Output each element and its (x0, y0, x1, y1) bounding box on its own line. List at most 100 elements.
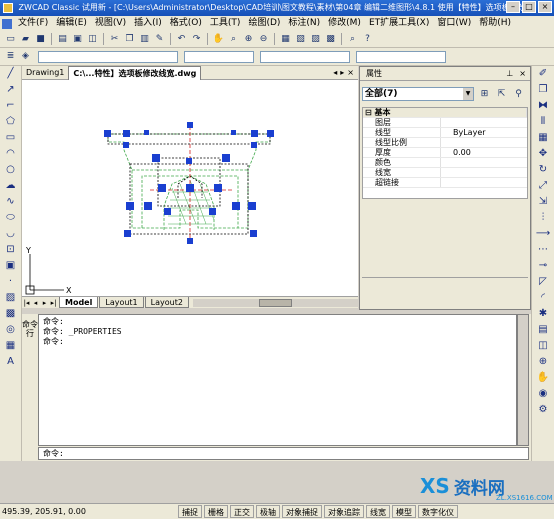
property-row[interactable]: 颜色 (363, 158, 527, 168)
snap-toggle[interactable]: 捕捉 (178, 505, 202, 518)
scale-icon[interactable]: ⤢ (535, 178, 551, 194)
copy-icon[interactable]: ❐ (123, 33, 136, 46)
pan-side-icon[interactable]: ✋ (535, 370, 551, 386)
calculator-icon[interactable]: ▩ (324, 33, 337, 46)
osnap-toggle[interactable]: 对象捕捉 (282, 505, 322, 518)
region-icon[interactable]: ◎ (3, 322, 19, 338)
properties-side-icon[interactable]: ▤ (535, 322, 551, 338)
property-value[interactable]: 0.00 (441, 148, 527, 157)
property-value[interactable] (441, 118, 527, 127)
ellipse-arc-icon[interactable]: ◡ (3, 226, 19, 242)
otrack-toggle[interactable]: 对象追踪 (324, 505, 364, 518)
open-icon[interactable]: ▰ (19, 33, 32, 46)
rectangle-icon[interactable]: ▭ (3, 130, 19, 146)
menu-format[interactable]: 格式(O) (166, 16, 206, 31)
move-icon[interactable]: ✥ (535, 146, 551, 162)
ellipse-icon[interactable]: ⬭ (3, 210, 19, 226)
prev-tab-icon[interactable]: ◂ (31, 298, 40, 308)
rotate-icon[interactable]: ↻ (535, 162, 551, 178)
property-value[interactable] (441, 158, 527, 167)
color-combo[interactable] (184, 50, 254, 63)
property-value[interactable] (441, 138, 527, 147)
view-side-icon[interactable]: ◉ (535, 386, 551, 402)
first-tab-icon[interactable]: |◂ (22, 298, 31, 308)
lineweight-combo[interactable] (356, 50, 446, 63)
hatch-icon[interactable]: ▨ (3, 290, 19, 306)
preview-icon[interactable]: ▣ (71, 33, 84, 46)
property-value[interactable] (441, 178, 527, 187)
properties-icon[interactable]: ▦ (279, 33, 292, 46)
menu-window[interactable]: 窗口(W) (433, 16, 475, 31)
circle-icon[interactable]: ○ (3, 162, 19, 178)
cut-icon[interactable]: ✂ (108, 33, 121, 46)
layer-state-icon[interactable]: ◈ (19, 50, 32, 63)
tab-active-drawing[interactable]: C:\...特性】选项板修改线宽.dwg (68, 65, 202, 80)
spline-icon[interactable]: ∿ (3, 194, 19, 210)
category-basic[interactable]: ⊟ 基本 (363, 108, 527, 118)
horizontal-scrollbar[interactable] (192, 298, 358, 307)
toggle-pickadd-icon[interactable]: ⊞ (478, 88, 491, 101)
scroll-thumb[interactable] (258, 298, 292, 307)
search-icon[interactable]: ⌕ (346, 33, 359, 46)
property-row[interactable]: 厚度 0.00 (363, 148, 527, 158)
menu-et-tools[interactable]: ET扩展工具(X) (365, 16, 433, 31)
grid-toggle[interactable]: 栅格 (204, 505, 228, 518)
gradient-icon[interactable]: ▩ (3, 306, 19, 322)
zoom-window-icon[interactable]: ⊕ (242, 33, 255, 46)
property-value[interactable]: ByLayer (441, 128, 527, 137)
collapse-icon[interactable]: ⊟ (365, 108, 375, 117)
insert-block-icon[interactable]: ⊡ (3, 242, 19, 258)
trim-icon[interactable]: ⫶ (535, 210, 551, 226)
publish-icon[interactable]: ◫ (86, 33, 99, 46)
paste-icon[interactable]: ▥ (138, 33, 151, 46)
palette-close-icon[interactable]: × (519, 67, 526, 81)
print-icon[interactable]: ▤ (56, 33, 69, 46)
menu-file[interactable]: 文件(F) (14, 16, 52, 31)
menu-draw[interactable]: 绘图(D) (244, 16, 284, 31)
make-block-icon[interactable]: ▣ (3, 258, 19, 274)
chevron-down-icon[interactable]: ▼ (463, 88, 473, 100)
array-icon[interactable]: ▦ (535, 130, 551, 146)
tab-layout2[interactable]: Layout2 (144, 297, 189, 308)
help-icon[interactable]: ? (361, 33, 374, 46)
tab-close-icon[interactable]: × (347, 66, 354, 80)
tool-palette-icon[interactable]: ▨ (309, 33, 322, 46)
selection-dropdown[interactable]: 全部(7) ▼ (362, 87, 474, 101)
tab-model[interactable]: Model (59, 297, 99, 308)
model-toggle[interactable]: 模型 (392, 505, 416, 518)
design-center-icon[interactable]: ▧ (294, 33, 307, 46)
explode-icon[interactable]: ✱ (535, 306, 551, 322)
property-row[interactable]: 线型比例 (363, 138, 527, 148)
copy-object-icon[interactable]: ❐ (535, 82, 551, 98)
lineweight-toggle[interactable]: 线宽 (366, 505, 390, 518)
offset-icon[interactable]: ⫴ (535, 114, 551, 130)
save-icon[interactable]: ■ (34, 33, 47, 46)
settings-side-icon[interactable]: ⚙ (535, 402, 551, 418)
arc-icon[interactable]: ◠ (3, 146, 19, 162)
menu-edit[interactable]: 编辑(E) (52, 16, 91, 31)
quick-select-icon[interactable]: ⚲ (512, 88, 525, 101)
polyline-icon[interactable]: ⌐ (3, 98, 19, 114)
tab-drawing1[interactable]: Drawing1 (22, 66, 68, 80)
menu-modify[interactable]: 修改(M) (324, 16, 365, 31)
fillet-icon[interactable]: ◜ (535, 290, 551, 306)
property-row[interactable]: 线型 ByLayer (363, 128, 527, 138)
pan-icon[interactable]: ✋ (212, 33, 225, 46)
table-icon[interactable]: ▦ (3, 338, 19, 354)
close-button[interactable]: × (538, 1, 552, 13)
mirror-icon[interactable]: ⧓ (535, 98, 551, 114)
erase-icon[interactable]: ✐ (535, 66, 551, 82)
menu-view[interactable]: 视图(V) (91, 16, 130, 31)
ortho-toggle[interactable]: 正交 (230, 505, 254, 518)
menu-dimension[interactable]: 标注(N) (284, 16, 324, 31)
tab-layout1[interactable]: Layout1 (99, 297, 144, 308)
command-scrollbar[interactable] (517, 314, 529, 446)
property-row[interactable]: 超链接 (363, 178, 527, 188)
match-properties-icon[interactable]: ✎ (153, 33, 166, 46)
document-icon[interactable] (2, 18, 12, 29)
menu-help[interactable]: 帮助(H) (475, 16, 515, 31)
last-tab-icon[interactable]: ▸| (49, 298, 58, 308)
layer-manager-icon[interactable]: ≣ (4, 50, 17, 63)
zoom-realtime-icon[interactable]: ⌕ (227, 33, 240, 46)
polygon-icon[interactable]: ⬠ (3, 114, 19, 130)
